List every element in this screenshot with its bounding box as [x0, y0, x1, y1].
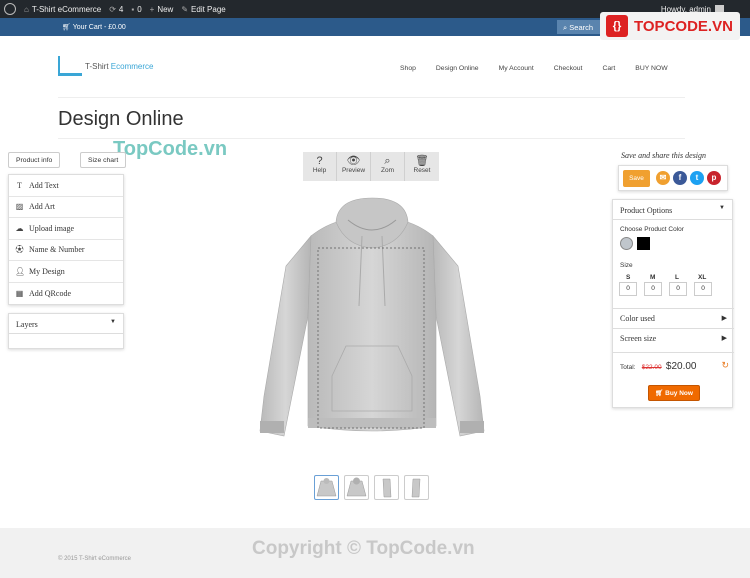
save-button[interactable]: Save [623, 169, 650, 187]
total-row: Total: $22.00 $20.00 ↻ [613, 352, 734, 378]
comment-icon: ▪ [131, 4, 135, 14]
nav-cart[interactable]: Cart [602, 65, 615, 72]
size-label: Size [620, 262, 633, 269]
site-footer: © 2015 T-Shirt eCommerce Copyright © Top… [0, 528, 750, 578]
design-toolbar: ? Help 👁︎ Preview ⌕ Zom 🗑︎ Reset [303, 152, 439, 181]
nav-checkout[interactable]: Checkout [554, 65, 583, 72]
share-box: Save ✉ f t p [618, 165, 728, 191]
buy-now-button[interactable]: 🛒︎ Buy Now [648, 385, 700, 401]
footer-copyright: © 2015 T-Shirt eCommerce [58, 556, 132, 562]
size-qty-input[interactable]: 0 [644, 282, 662, 296]
admin-edit-page[interactable]: ✎ Edit Page [181, 5, 225, 14]
help-button[interactable]: ? Help [303, 152, 337, 181]
color-swatch-black[interactable] [637, 237, 650, 250]
tools-panel: T Add Text ▨ Add Art ☁ Upload image ⚽︎ Name … [8, 174, 124, 305]
trash-icon: 🗑︎ [415, 155, 429, 167]
email-icon[interactable]: ✉ [656, 171, 670, 185]
size-name: M [650, 274, 656, 281]
caret-right-icon: ▶ [721, 334, 727, 342]
size-qty-input[interactable]: 0 [619, 282, 637, 296]
color-used-row[interactable]: Color used ▶ [613, 308, 734, 328]
cloud-upload-icon: ☁ [15, 223, 24, 233]
ball-icon: ⚽︎ [15, 245, 24, 255]
caret-right-icon: ▶ [721, 314, 727, 322]
size-chart-button[interactable]: Size chart [80, 152, 127, 168]
tool-add-art[interactable]: ▨ Add Art [9, 197, 123, 218]
layers-header[interactable]: Layers ▼ [9, 314, 123, 334]
size-name: L [675, 274, 679, 281]
caret-down-icon: ▼ [110, 319, 116, 325]
tool-upload-image[interactable]: ☁ Upload image [9, 218, 123, 240]
tool-add-qrcode[interactable]: ▦ Add QRcode [9, 283, 123, 305]
divider [58, 97, 685, 98]
layers-panel: Layers ▼ [8, 313, 124, 349]
admin-comments[interactable]: ▪ 0 [131, 5, 141, 14]
twitter-icon[interactable]: t [690, 171, 704, 185]
size-qty-input[interactable]: 0 [669, 282, 687, 296]
help-icon: ? [316, 155, 323, 167]
main-nav: Shop Design Online My Account Checkout C… [400, 65, 688, 72]
share-heading: Save and share this design [621, 151, 707, 160]
view-thumbnails [314, 475, 434, 500]
size-qty-input[interactable]: 0 [694, 282, 712, 296]
eye-icon: 👁︎ [346, 155, 361, 167]
thumb-right[interactable] [404, 475, 429, 500]
cart-icon: 🛒︎ [62, 24, 73, 31]
text-icon: T [17, 180, 22, 190]
color-label: Choose Product Color [620, 226, 684, 233]
qrcode-icon: ▦ [15, 288, 24, 298]
thumb-left[interactable] [374, 475, 399, 500]
caret-down-icon: ▼ [719, 205, 725, 211]
site-logo[interactable]: T-Shirt Ecommerce [58, 56, 153, 76]
cart-link[interactable]: 🛒︎ Your Cart - £0.00 [62, 23, 126, 31]
thumb-front[interactable] [314, 475, 339, 500]
product-options-panel: Product Options ▼ Choose Product Color Si… [612, 199, 734, 408]
user-icon: 👤︎ [15, 266, 26, 276]
admin-new[interactable]: + New [150, 5, 174, 14]
admin-updates[interactable]: ⟳ 4 [109, 5, 123, 14]
pencil-icon: ✎ [181, 4, 189, 14]
pinterest-icon[interactable]: p [707, 171, 721, 185]
nav-my-account[interactable]: My Account [499, 65, 534, 72]
admin-site-link[interactable]: ⌂ T-Shirt eCommerce [24, 5, 101, 14]
thumb-back[interactable] [344, 475, 369, 500]
zoom-button[interactable]: ⌕ Zom [371, 152, 405, 181]
plus-icon: + [149, 4, 155, 14]
shopping-cart-icon [58, 56, 82, 76]
price: $20.00 [665, 361, 697, 372]
watermark-mid: TopCode.vn [113, 138, 228, 160]
wordpress-logo-icon[interactable] [4, 3, 16, 15]
tool-my-design[interactable]: 👤︎ My Design [9, 261, 123, 283]
nav-buy-now[interactable]: BUY NOW [635, 65, 667, 72]
watermark-text: TOPCODE.VN [634, 17, 733, 35]
product-info-button[interactable]: Product info [8, 152, 61, 168]
refresh-icon: ⟳ [109, 4, 116, 14]
design-canvas[interactable] [256, 196, 488, 446]
color-swatch-gray[interactable] [620, 237, 633, 250]
product-options-header[interactable]: Product Options ▼ [613, 200, 732, 220]
cart-icon: 🛒︎ [655, 390, 666, 397]
facebook-icon[interactable]: f [673, 171, 687, 185]
refresh-icon[interactable]: ↻ [721, 360, 729, 371]
tool-name-number[interactable]: ⚽︎ Name & Number [9, 240, 123, 261]
hoodie-image [259, 197, 485, 437]
size-name: S [626, 274, 631, 281]
size-name: XL [698, 274, 707, 281]
watermark-logo-icon: {} [606, 15, 628, 37]
watermark-footer: Copyright © TopCode.vn [252, 538, 475, 559]
old-price: $22.00 [641, 364, 662, 371]
reset-button[interactable]: 🗑︎ Reset [405, 152, 439, 181]
nav-design-online[interactable]: Design Online [436, 65, 479, 72]
site-header: T-Shirt Ecommerce Shop Design Online My … [0, 36, 750, 98]
nav-shop[interactable]: Shop [400, 65, 416, 72]
tool-add-text[interactable]: T Add Text [9, 175, 123, 197]
screen-size-row[interactable]: Screen size ▶ [613, 328, 734, 348]
preview-button[interactable]: 👁︎ Preview [337, 152, 371, 181]
home-icon: ⌂ [24, 4, 29, 14]
page-title: Design Online [58, 108, 184, 130]
zoom-icon: ⌕ [384, 155, 391, 167]
image-icon: ▨ [15, 202, 24, 212]
